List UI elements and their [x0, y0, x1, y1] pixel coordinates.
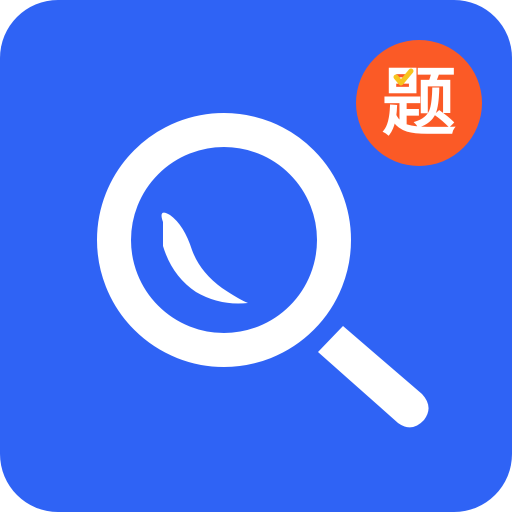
glass-handle — [318, 326, 429, 428]
lens-ring — [97, 113, 351, 367]
checkmark-icon — [393, 68, 414, 86]
app-icon[interactable]: 题 — [0, 0, 512, 512]
lens-glare — [161, 212, 248, 304]
question-badge: 题 — [356, 40, 482, 166]
